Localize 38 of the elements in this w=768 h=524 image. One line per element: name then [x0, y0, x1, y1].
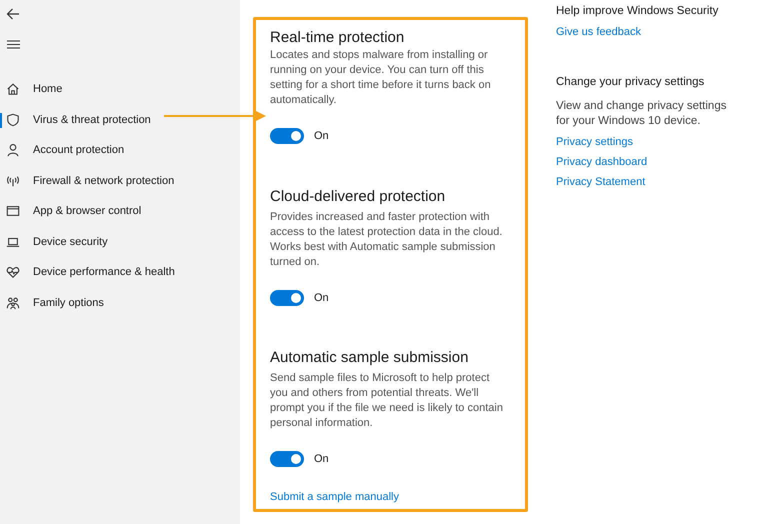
submit-sample-link[interactable]: Submit a sample manually: [270, 488, 511, 505]
antenna-icon: [6, 174, 20, 188]
toggle-switch[interactable]: [270, 290, 304, 306]
toggle-switch[interactable]: [270, 451, 304, 468]
setting-title: Cloud-delivered protection: [270, 186, 446, 206]
shield-icon: [6, 112, 20, 127]
nav-item[interactable]: Family options: [0, 288, 240, 318]
setting-description: Locates and stops malware from installing or running on your device. You can turn off this setting for a short time before it turns back on automatically.: [270, 48, 492, 108]
toggle-state-label: On: [314, 129, 329, 144]
nav-item[interactable]: Firewall & network protection: [0, 166, 240, 196]
side-heading: Help improve Windows Security: [556, 4, 720, 18]
nav-item[interactable]: Device performance & health: [0, 257, 240, 288]
person-icon: [6, 143, 20, 158]
back-button[interactable]: [4, 6, 22, 22]
toggle-switch[interactable]: [270, 128, 304, 144]
setting-description: Send sample files to Microsoft to help protect you and others from potential threats. We'll prompt you if the file we need is likely to contain personal information.: [270, 371, 504, 431]
toggle-state-label: On: [314, 452, 329, 467]
selection-indicator: [0, 112, 2, 128]
setting-description: Provides increased and faster protection with access to the latest protection data in the cloud. Works best with Automatic sample submission turned on.: [270, 210, 504, 270]
side-link[interactable]: Give us feedback: [556, 25, 756, 39]
side-heading: Change your privacy settings: [556, 75, 706, 89]
heart-icon: [6, 265, 20, 280]
family-icon: [6, 296, 20, 310]
home-icon: [6, 82, 20, 96]
menu-icon: [6, 40, 20, 48]
setting-title: Real-time protection: [270, 28, 406, 48]
side-link[interactable]: Privacy Statement: [556, 175, 756, 189]
nav-item[interactable]: Home: [0, 74, 240, 104]
nav-item[interactable]: Account protection: [0, 135, 240, 166]
setting-title: Automatic sample submission: [270, 348, 470, 368]
back-arrow-icon: [6, 8, 20, 20]
side-description: View and change privacy settings for your Windows 10 device.: [556, 99, 728, 129]
nav-item[interactable]: App & browser control: [0, 196, 240, 226]
toggle-state-label: On: [314, 290, 329, 306]
nav-item[interactable]: Device security: [0, 226, 240, 257]
side-link[interactable]: Privacy dashboard: [556, 155, 756, 169]
window-icon: [6, 204, 20, 218]
side-link[interactable]: Privacy settings: [556, 135, 756, 149]
